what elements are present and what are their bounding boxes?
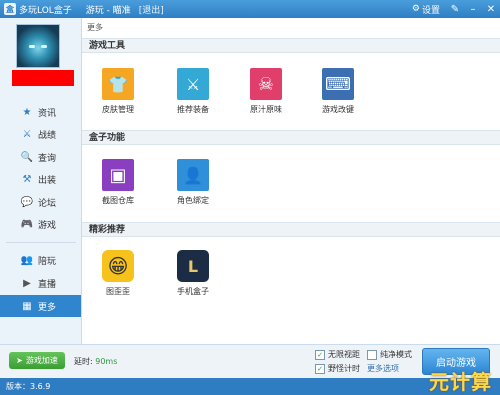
gamepad-icon: 🎮	[20, 218, 34, 230]
tile-label: 原汁原味	[250, 105, 282, 114]
option-pure-mode[interactable]: 纯净模式	[367, 349, 412, 360]
tile-recommended-gear[interactable]: ⚔ 推荐装备	[168, 68, 218, 115]
avatar[interactable]	[16, 24, 60, 68]
search-icon: 🔍	[20, 151, 34, 163]
keyboard-icon: ⌨	[322, 68, 354, 100]
section-title: 游戏工具	[82, 38, 500, 53]
bottom-bar: ➤ 游戏加速 延时: 90ms ✓ 无限视距 纯净模式 ✓ 野怪计时 更多选项 …	[0, 344, 500, 378]
tile-tuwaiwai[interactable]: 😁 图歪歪	[93, 250, 143, 297]
tile-label: 皮肤管理	[102, 105, 134, 114]
user-bind-icon: 👤	[177, 159, 209, 191]
gear-icon: ⚙	[411, 4, 420, 14]
checkbox-checked[interactable]: ✓	[315, 349, 325, 360]
skin-button[interactable]: ✎	[446, 0, 464, 18]
option-unlimited-view[interactable]: ✓ 无限视距	[315, 349, 360, 360]
sidebar: ★ 资讯 ⚔ 战绩 🔍 查询 ⚒ 出装 💬 论坛 🎮 游戏 👥 陪玩 ▶ 直播 …	[0, 18, 82, 344]
option-label: 野怪计时	[328, 364, 360, 373]
scoreboard-icon: ⚔	[22, 128, 32, 140]
sidebar-item-news[interactable]: ★ 资讯	[0, 102, 81, 122]
close-icon: ✕	[486, 3, 496, 15]
avatar-eye	[29, 45, 35, 48]
sidebar-item-label: 直播	[38, 279, 57, 290]
sidebar-item-companion[interactable]: 👥 陪玩	[0, 250, 81, 270]
latency-value: 90ms	[95, 357, 118, 366]
screenshot-icon: ▣	[102, 159, 134, 191]
tile-role-binding[interactable]: 👤 角色绑定	[168, 159, 218, 206]
sidebar-item-label: 出装	[38, 175, 57, 186]
gear-recommend-icon: ⚔	[177, 68, 209, 100]
tile-original-flavor[interactable]: ☠ 原汁原味	[241, 68, 291, 115]
mobile-box-icon: L	[177, 250, 209, 282]
main-panel: 更多 游戏工具 👕 皮肤管理 ⚔ 推荐装备 ☠ 原汁原味 ⌨ 游戏改键 盒子功能…	[82, 18, 500, 344]
tile-label: 推荐装备	[177, 105, 209, 114]
shirt-icon: 👕	[102, 68, 134, 100]
more-icon: ▦	[22, 300, 32, 312]
skull-icon: ☠	[250, 68, 282, 100]
section-title: 盒子功能	[82, 130, 500, 145]
tile-label: 截图仓库	[102, 196, 134, 205]
sidebar-item-label: 游戏	[38, 220, 57, 231]
option-label: 纯净模式	[380, 350, 412, 359]
title-bar: 盒 多玩LOL盒子 游玩 - 瞄准 [退出] ⚙ 设置 ✎ – ✕	[0, 0, 500, 18]
sidebar-item-forum[interactable]: 💬 论坛	[0, 192, 81, 212]
live-icon: ▶	[23, 277, 31, 289]
checkbox-checked[interactable]: ✓	[315, 363, 325, 374]
checkbox-unchecked[interactable]	[367, 349, 377, 360]
user-name[interactable]: 游玩 - 瞄准	[86, 3, 131, 16]
sidebar-item-label: 资讯	[38, 108, 57, 119]
sidebar-item-equipment[interactable]: ⚒ 出装	[0, 169, 81, 189]
app-logo-icon: 盒	[4, 3, 16, 15]
tile-label: 角色绑定	[177, 196, 209, 205]
tile-key-remap[interactable]: ⌨ 游戏改键	[313, 68, 363, 115]
redacted-name	[12, 70, 74, 86]
status-bar: 版本：3.6.9 元计算	[0, 370, 500, 395]
sidebar-item-label: 论坛	[38, 198, 57, 209]
sidebar-item-more[interactable]: ▦ 更多	[0, 295, 81, 317]
minimize-icon: –	[470, 3, 476, 15]
smiley-icon: 😁	[102, 250, 134, 282]
settings-label: 设置	[421, 5, 440, 16]
tile-label: 游戏改键	[322, 105, 354, 114]
star-icon: ★	[22, 106, 32, 118]
sidebar-item-label: 更多	[38, 302, 57, 313]
tile-label: 手机盒子	[177, 287, 209, 296]
option-label: 无限视距	[328, 350, 360, 359]
sidebar-item-live[interactable]: ▶ 直播	[0, 273, 81, 293]
close-button[interactable]: ✕	[482, 0, 500, 18]
latency-display: 延时: 90ms	[74, 356, 117, 367]
section-title: 精彩推荐	[82, 222, 500, 237]
settings-button[interactable]: ⚙ 设置	[412, 3, 440, 16]
equipment-icon: ⚒	[22, 173, 32, 185]
accelerate-label: 游戏加速	[25, 356, 58, 365]
rocket-icon: ➤	[16, 356, 23, 365]
option-jungle-timer[interactable]: ✓ 野怪计时	[315, 363, 360, 374]
tile-skin-manager[interactable]: 👕 皮肤管理	[93, 68, 143, 115]
tile-screenshot-library[interactable]: ▣ 截图仓库	[93, 159, 143, 206]
watermark-text: 元计算	[429, 370, 492, 394]
app-title: 多玩LOL盒子	[19, 5, 72, 16]
sidebar-item-label: 查询	[38, 153, 57, 164]
sidebar-item-record[interactable]: ⚔ 战绩	[0, 124, 81, 144]
minimize-button[interactable]: –	[464, 0, 482, 18]
latency-label: 延时:	[74, 357, 93, 366]
avatar-eye	[41, 45, 47, 48]
breadcrumb: 更多	[87, 23, 103, 32]
accelerate-button[interactable]: ➤ 游戏加速	[9, 352, 65, 369]
sidebar-divider	[6, 242, 76, 243]
tile-label: 图歪歪	[106, 287, 130, 296]
version-label: 版本：3.6.9	[6, 382, 51, 391]
companion-icon: 👥	[20, 254, 34, 266]
more-options-link[interactable]: 更多选项	[367, 363, 399, 374]
sidebar-item-label: 战绩	[38, 130, 57, 141]
sidebar-item-label: 陪玩	[38, 256, 57, 267]
sidebar-item-search[interactable]: 🔍 查询	[0, 147, 81, 167]
shirt-small-icon: ✎	[450, 3, 460, 15]
forum-icon: 💬	[20, 196, 34, 208]
logout-link[interactable]: [退出]	[139, 3, 164, 16]
sidebar-item-game[interactable]: 🎮 游戏	[0, 214, 81, 234]
tile-mobile-box[interactable]: L 手机盒子	[168, 250, 218, 297]
